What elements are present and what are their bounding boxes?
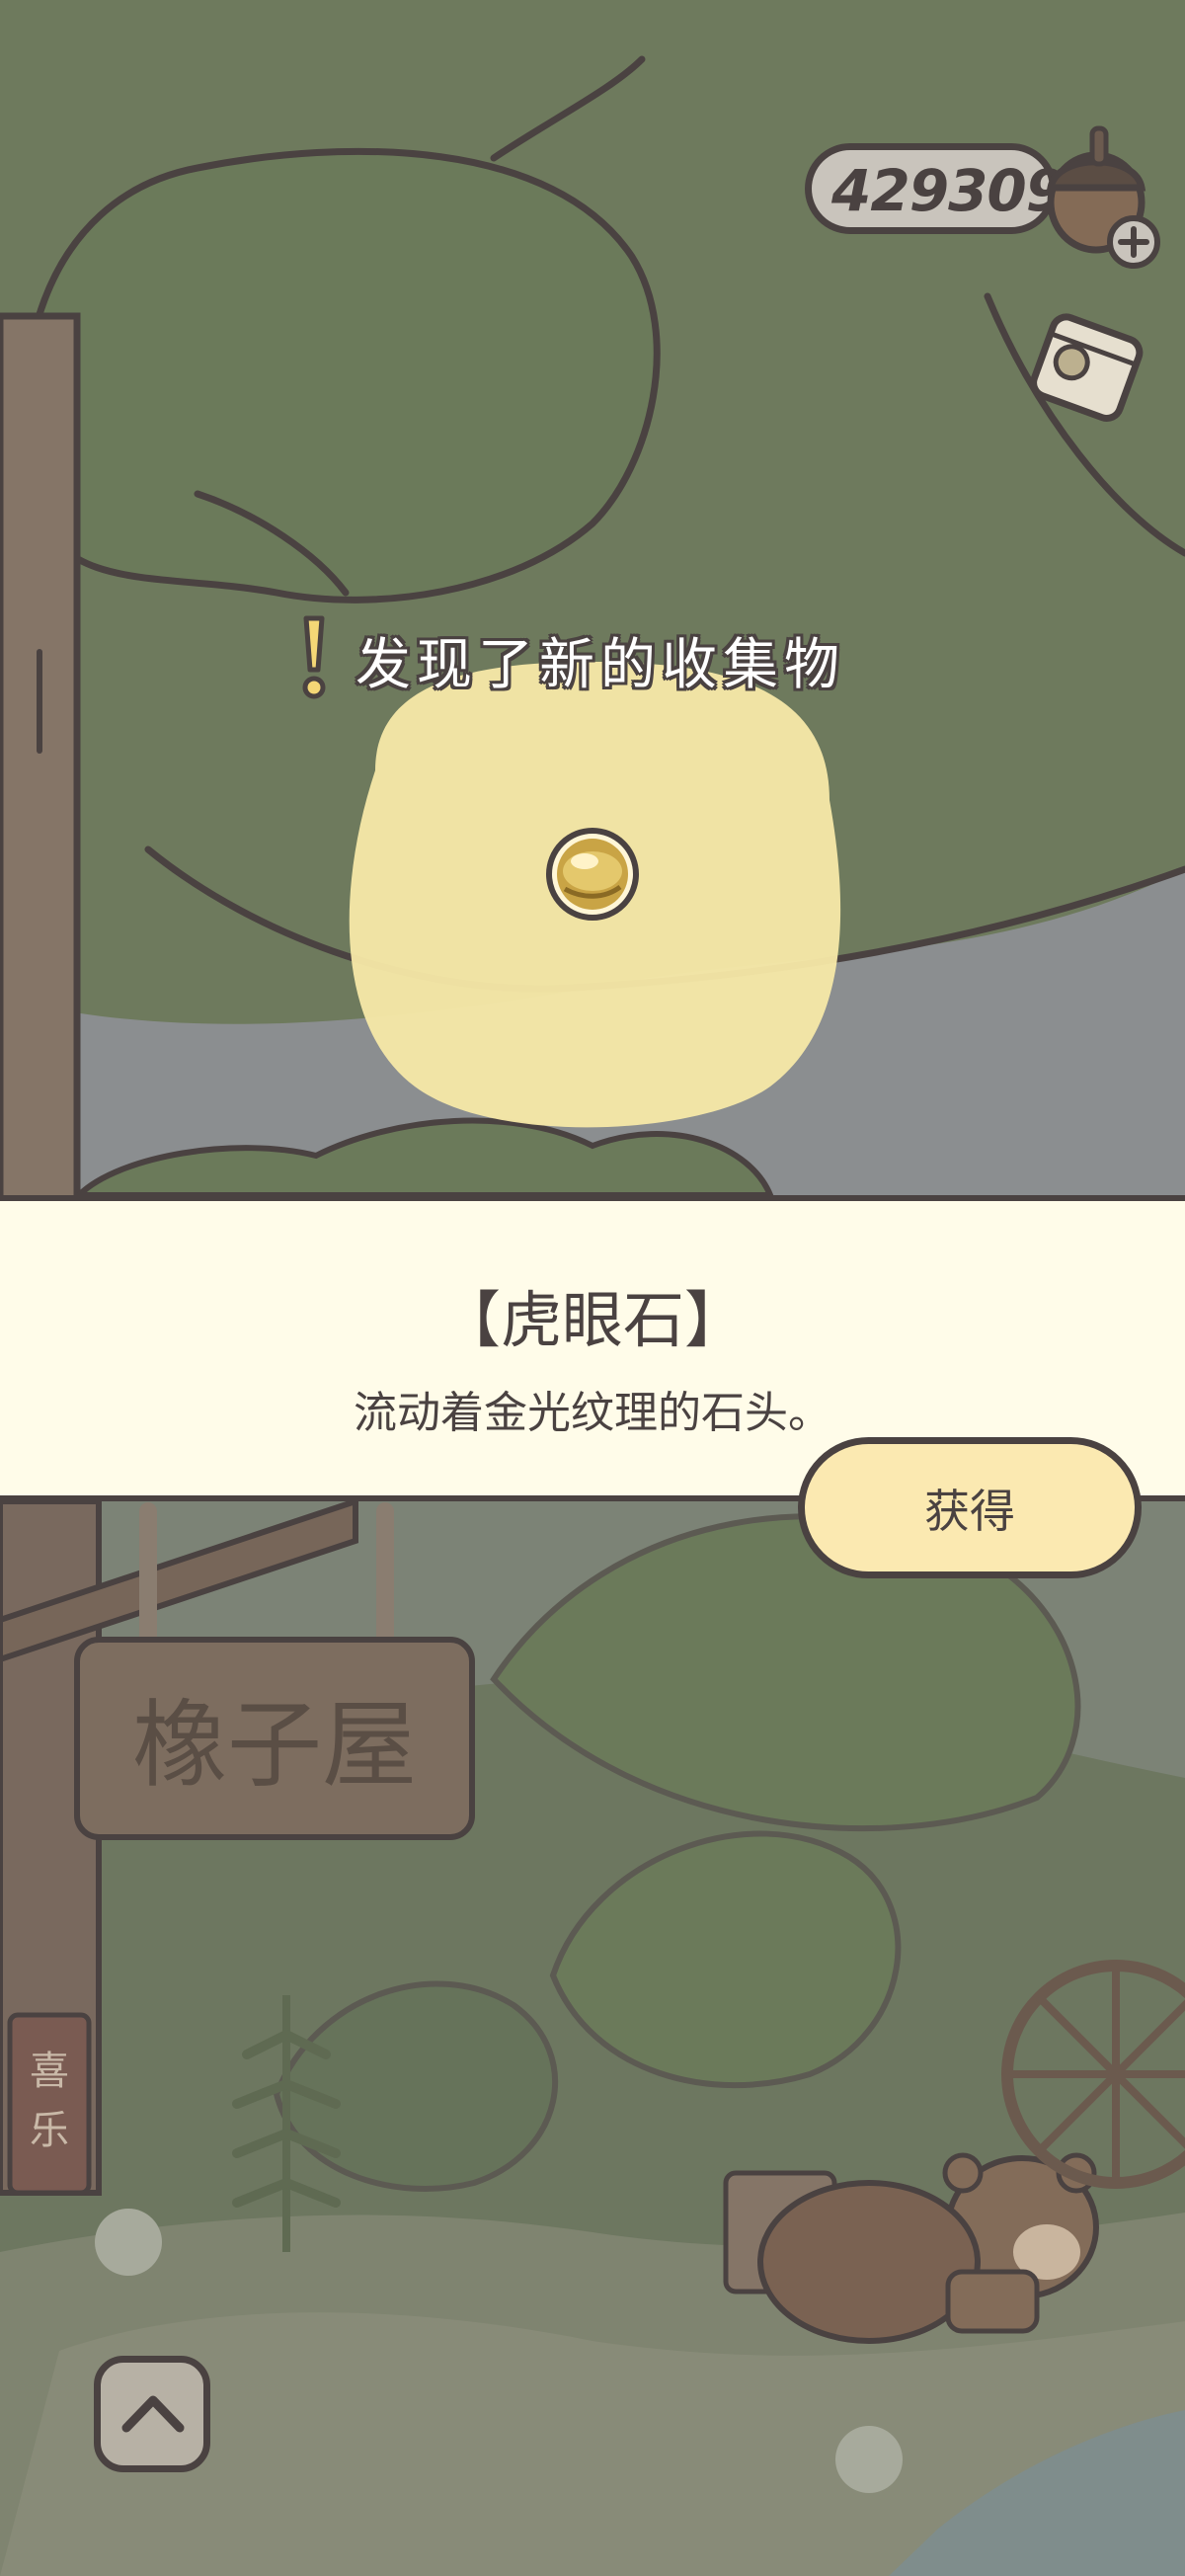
discovery-title: 发现了新的收集物 — [356, 633, 845, 697]
tiger-eye-stone-icon — [557, 839, 628, 910]
exclamation-icon — [302, 615, 326, 699]
item-name: 【虎眼石】 — [438, 1284, 746, 1356]
shop-sign-text: 橡子屋 — [132, 1690, 417, 1801]
discovery-header: 发现了新的收集物 — [296, 612, 908, 701]
collapse-menu-button[interactable] — [94, 2356, 210, 2472]
svg-text:乐: 乐 — [30, 2108, 69, 2153]
chevron-up-icon — [121, 2395, 185, 2433]
svg-text:喜: 喜 — [30, 2049, 69, 2094]
ticket-icon[interactable] — [1017, 296, 1155, 435]
game-screen: 橡子屋 喜 乐 429309 发现了新的收集物 【虎眼石】 流动着金光纹理的石头… — [0, 0, 1185, 2576]
item-description: 流动着金光纹理的石头。 — [354, 1388, 831, 1438]
obtain-button-label: 获得 — [924, 1484, 1015, 1538]
acorn-counter: 429309 — [805, 143, 1066, 234]
acorn-icon[interactable] — [1027, 119, 1165, 277]
obtain-button[interactable]: 获得 — [798, 1437, 1142, 1578]
item-glow-highlight — [349, 662, 841, 1128]
